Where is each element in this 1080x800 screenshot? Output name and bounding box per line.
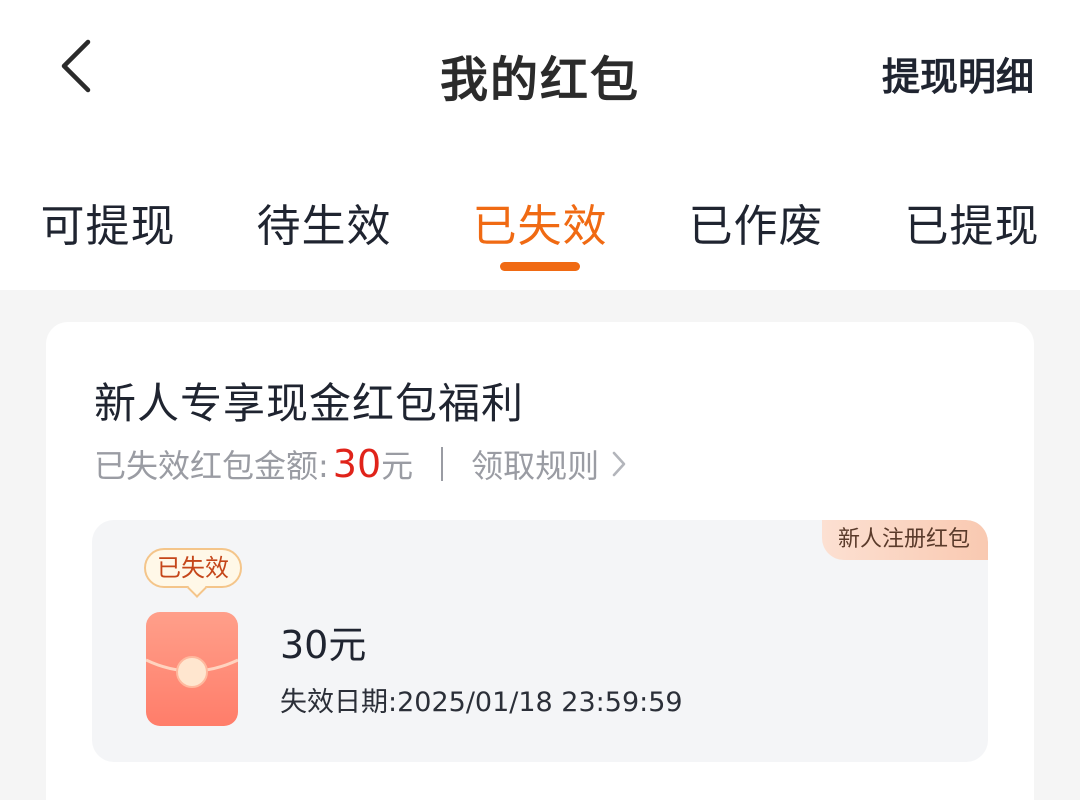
tab-expired[interactable]: 已失效 [440, 190, 640, 254]
tab-pending[interactable]: 待生效 [224, 190, 424, 254]
tab-withdrawn[interactable]: 已提现 [872, 190, 1072, 254]
rules-link[interactable]: 领取规则 [471, 441, 627, 487]
expire-label: 失效日期: [280, 687, 398, 718]
status-badge: 已失效 [144, 548, 242, 588]
card-title: 新人专享现金红包福利 [94, 379, 525, 428]
red-packet-card: 新人专享现金红包福利 已失效红包金额: 30 元 领取规则 新人注册红包 已失效 [46, 322, 1034, 800]
divider [441, 447, 444, 481]
top-bar: 我的红包 提现明细 可提现 待生效 已失效 已作废 已提现 [0, 0, 1080, 290]
red-packet-icon [146, 612, 238, 726]
tab-withdrawable[interactable]: 可提现 [8, 190, 208, 254]
page: 我的红包 提现明细 可提现 待生效 已失效 已作废 已提现 新人专享现金红包福利… [0, 0, 1080, 800]
expire-value: 2025/01/18 23:59:59 [397, 687, 683, 718]
chevron-right-icon [612, 451, 626, 477]
active-tab-indicator [500, 262, 580, 271]
rules-link-label: 领取规则 [471, 447, 600, 485]
summary-amount: 30 [332, 442, 382, 486]
coupon-tag: 新人注册红包 [821, 520, 988, 560]
withdraw-detail-link[interactable]: 提现明细 [882, 46, 1034, 101]
tab-voided[interactable]: 已作废 [656, 190, 856, 254]
coupon-item[interactable]: 新人注册红包 已失效 30元 失效日期:2025/01/18 23:59:59 [92, 520, 988, 762]
coupon-amount: 30元 [280, 623, 367, 667]
summary-label: 已失效红包金额: [94, 447, 329, 485]
summary-row: 已失效红包金额: 30 元 领取规则 [94, 442, 627, 486]
summary-unit: 元 [381, 447, 414, 485]
tab-bar: 可提现 待生效 已失效 已作废 已提现 [0, 190, 1080, 254]
expire-row: 失效日期:2025/01/18 23:59:59 [280, 680, 683, 719]
